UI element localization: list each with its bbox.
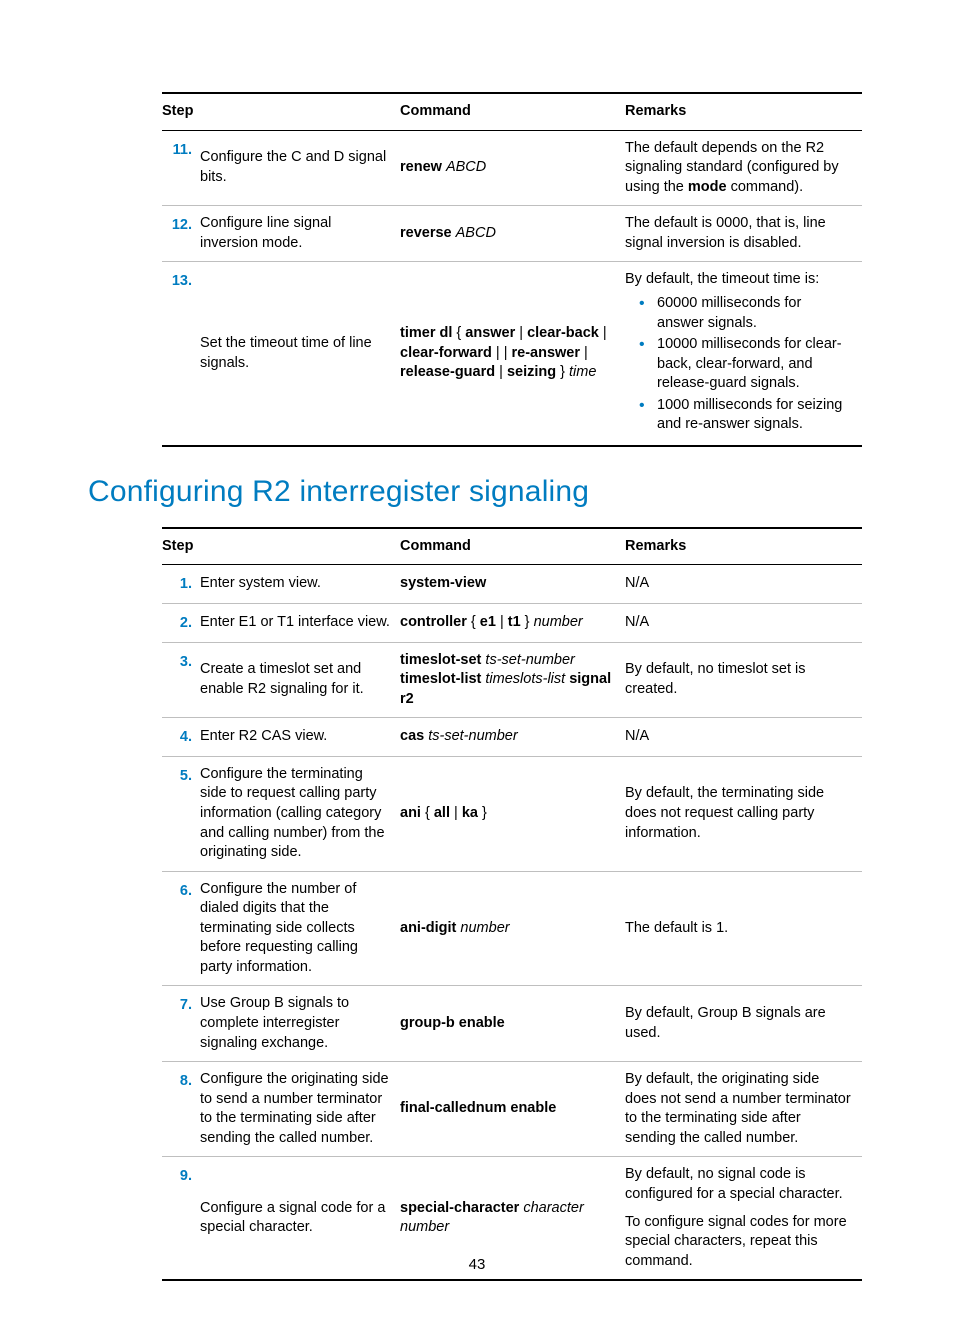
remarks-cell: The default is 1.	[625, 871, 862, 986]
table-row: 8.Configure the originating side to send…	[162, 1062, 862, 1157]
command-cell: renew ABCD	[400, 130, 625, 206]
table-row: 13.Set the timeout time of line signals.…	[162, 262, 862, 446]
command-cell: system-view	[400, 565, 625, 604]
command-cell: controller { e1 | t1 } number	[400, 604, 625, 643]
remarks-cell: N/A	[625, 565, 862, 604]
step-number: 2.	[162, 604, 200, 643]
table1-body: 11.Configure the C and D signal bits.ren…	[162, 130, 862, 446]
step-text: Create a timeslot set and enable R2 sign…	[200, 642, 400, 718]
step-number: 8.	[162, 1062, 200, 1157]
step-text: Configure the terminating side to reques…	[200, 756, 400, 871]
line-signal-table: Step Command Remarks 11.Configure the C …	[162, 92, 862, 447]
remarks-cell: By default, no timeslot set is created.	[625, 642, 862, 718]
step-text: Enter E1 or T1 interface view.	[200, 604, 400, 643]
step-number: 11.	[162, 130, 200, 206]
command-cell: group-b enable	[400, 986, 625, 1062]
th-remarks: Remarks	[625, 93, 862, 130]
table-row: 4.Enter R2 CAS view.cas ts-set-numberN/A	[162, 718, 862, 757]
table-row: 7.Use Group B signals to complete interr…	[162, 986, 862, 1062]
step-text: Use Group B signals to complete interreg…	[200, 986, 400, 1062]
step-number: 5.	[162, 756, 200, 871]
command-cell: ani { all | ka }	[400, 756, 625, 871]
command-cell: timeslot-set ts-set-number timeslot-list…	[400, 642, 625, 718]
page: Step Command Remarks 11.Configure the C …	[0, 0, 954, 1321]
step-text: Set the timeout time of line signals.	[200, 262, 400, 446]
step-number: 7.	[162, 986, 200, 1062]
step-number: 1.	[162, 565, 200, 604]
step-text: Configure the originating side to send a…	[200, 1062, 400, 1157]
table-row: 12.Configure line signal inversion mode.…	[162, 206, 862, 262]
step-text: Enter system view.	[200, 565, 400, 604]
th-command: Command	[400, 528, 625, 565]
step-number: 3.	[162, 642, 200, 718]
command-cell: final-callednum enable	[400, 1062, 625, 1157]
table-row: 1.Enter system view.system-viewN/A	[162, 565, 862, 604]
table2-body: 1.Enter system view.system-viewN/A2.Ente…	[162, 565, 862, 1280]
command-cell: reverse ABCD	[400, 206, 625, 262]
th-step: Step	[162, 528, 400, 565]
interregister-table: Step Command Remarks 1.Enter system view…	[162, 527, 862, 1281]
table-row: 11.Configure the C and D signal bits.ren…	[162, 130, 862, 206]
step-text: Configure the C and D signal bits.	[200, 130, 400, 206]
remarks-cell: N/A	[625, 718, 862, 757]
remarks-cell: N/A	[625, 604, 862, 643]
page-number: 43	[0, 1256, 954, 1273]
remarks-cell: By default, Group B signals are used.	[625, 986, 862, 1062]
table-row: 5.Configure the terminating side to requ…	[162, 756, 862, 871]
remarks-cell: By default, the originating side does no…	[625, 1062, 862, 1157]
remarks-cell: By default, the timeout time is:60000 mi…	[625, 262, 862, 446]
command-cell: timer dl { answer | clear-back | clear-f…	[400, 262, 625, 446]
th-command: Command	[400, 93, 625, 130]
remarks-cell: The default is 0000, that is, line signa…	[625, 206, 862, 262]
step-text: Configure the number of dialed digits th…	[200, 871, 400, 986]
remarks-cell: The default depends on the R2 signaling …	[625, 130, 862, 206]
section-heading: Configuring R2 interregister signaling	[88, 475, 866, 509]
th-step: Step	[162, 93, 400, 130]
table-row: 2.Enter E1 or T1 interface view.controll…	[162, 604, 862, 643]
table-row: 6.Configure the number of dialed digits …	[162, 871, 862, 986]
step-number: 13.	[162, 262, 200, 446]
step-number: 4.	[162, 718, 200, 757]
table-row: 3.Create a timeslot set and enable R2 si…	[162, 642, 862, 718]
step-number: 12.	[162, 206, 200, 262]
step-number: 6.	[162, 871, 200, 986]
remarks-cell: By default, the terminating side does no…	[625, 756, 862, 871]
step-text: Configure line signal inversion mode.	[200, 206, 400, 262]
th-remarks: Remarks	[625, 528, 862, 565]
step-text: Enter R2 CAS view.	[200, 718, 400, 757]
command-cell: ani-digit number	[400, 871, 625, 986]
command-cell: cas ts-set-number	[400, 718, 625, 757]
